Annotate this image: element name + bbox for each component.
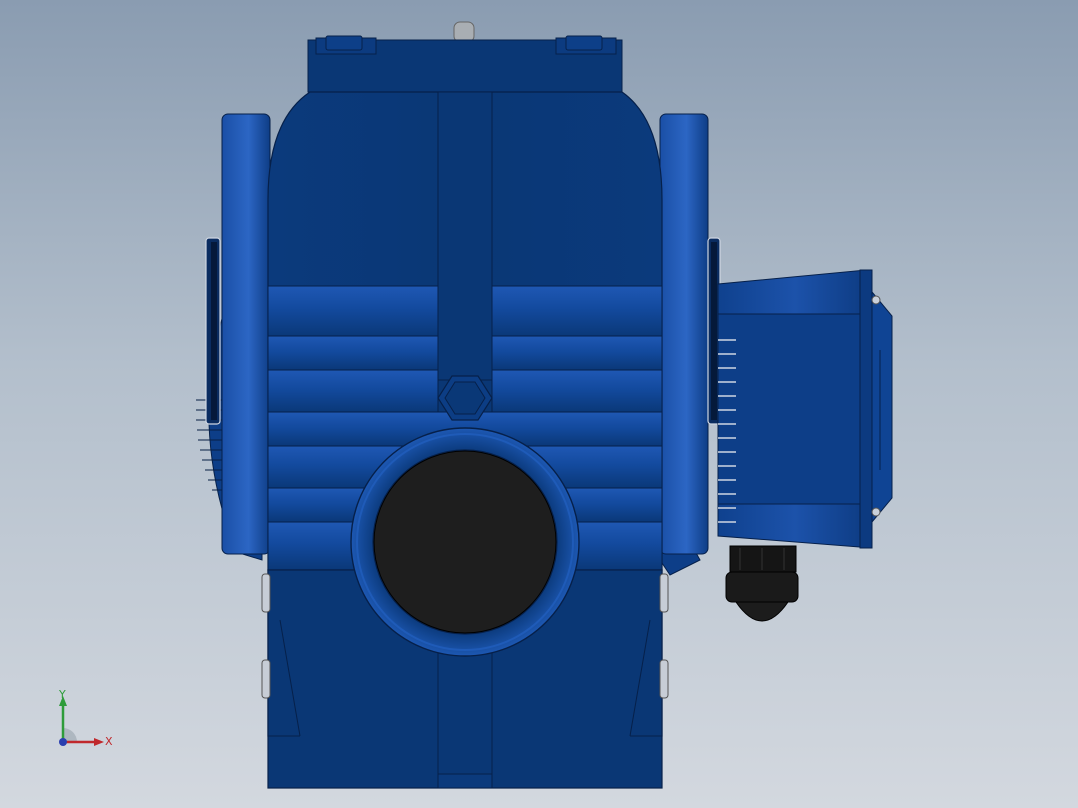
y-axis-label: Y xyxy=(58,688,66,701)
gearbox-model[interactable] xyxy=(0,0,1078,808)
right-side-flange xyxy=(659,113,721,555)
left-side-flange xyxy=(205,113,271,555)
output-bore xyxy=(350,427,580,657)
graphics-viewport[interactable]: Y X xyxy=(0,0,1078,808)
orientation-triad: Y X xyxy=(58,688,113,748)
x-axis-label: X xyxy=(105,735,113,748)
z-axis-dot xyxy=(59,738,67,746)
top-plate xyxy=(307,35,623,93)
cable-gland xyxy=(725,545,799,622)
breather-plug xyxy=(453,21,475,43)
right-motor xyxy=(717,269,893,549)
